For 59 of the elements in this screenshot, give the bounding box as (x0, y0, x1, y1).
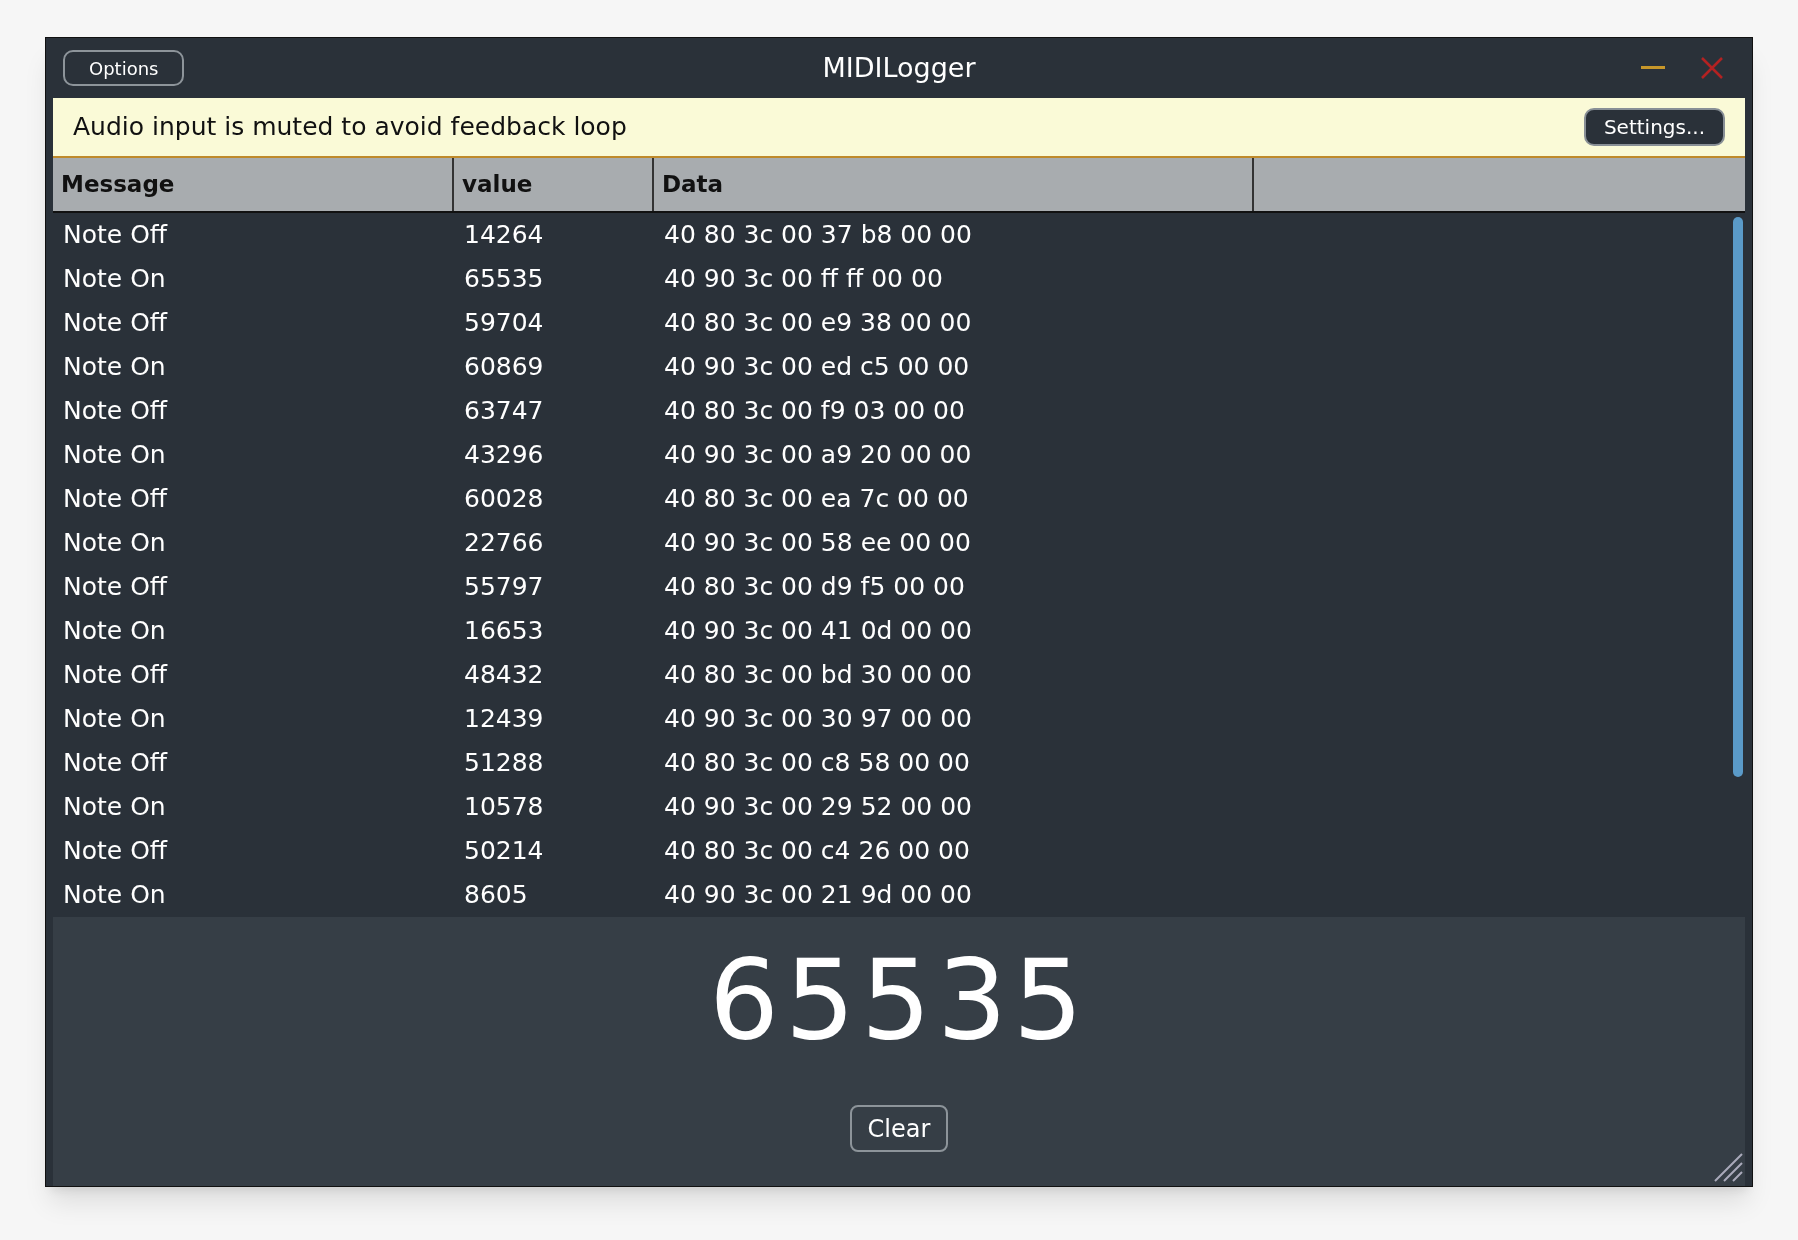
table-cell: 16653 (464, 616, 544, 646)
settings-button[interactable]: Settings... (1583, 108, 1725, 146)
table-cell: 43296 (464, 440, 544, 470)
table-cell: 40 90 3c 00 41 0d 00 00 (664, 616, 972, 646)
table-cell: 40 90 3c 00 21 9d 00 00 (664, 880, 972, 910)
banner-message: Audio input is muted to avoid feedback loop (73, 111, 627, 144)
table-cell: 40 80 3c 00 bd 30 00 00 (664, 660, 972, 690)
clear-button[interactable]: Clear (849, 1105, 949, 1152)
table-cell: 50214 (464, 836, 544, 866)
table-cell: 12439 (464, 704, 544, 734)
table-cell: 40 90 3c 00 ff ff 00 00 (664, 264, 943, 294)
value-display: 65535 (709, 945, 1089, 1055)
minimize-icon[interactable] (1641, 66, 1665, 70)
table-cell: 10578 (464, 792, 544, 822)
table-cell: 40 80 3c 00 ea 7c 00 00 (664, 484, 969, 514)
table-cell: 40 80 3c 00 e9 38 00 00 (664, 308, 972, 338)
table-cell: Note Off (63, 308, 168, 338)
table-cell: Note Off (63, 572, 168, 602)
table-cell: Note On (63, 792, 166, 822)
table-cell: 51288 (464, 748, 544, 778)
table-cell: Note On (63, 352, 166, 382)
table-cell: 40 90 3c 00 a9 20 00 00 (664, 440, 972, 470)
table-cell: 40 80 3c 00 f9 03 00 00 (664, 396, 965, 426)
table-cell: 14264 (464, 220, 544, 250)
table-cell: 40 80 3c 00 37 b8 00 00 (664, 220, 972, 250)
table-cell: Note On (63, 704, 166, 734)
table-cell: 40 80 3c 00 c8 58 00 00 (664, 748, 970, 778)
table-cell: 63747 (464, 396, 544, 426)
table-cell: Note On (63, 528, 166, 558)
table-cell: Note Off (63, 484, 168, 514)
scrollbar-thumb[interactable] (1733, 217, 1743, 777)
table-cell: 40 90 3c 00 ed c5 00 00 (664, 352, 970, 382)
table-cell: Note On (63, 264, 166, 294)
table-cell: 40 80 3c 00 d9 f5 00 00 (664, 572, 965, 602)
table-cell: 8605 (464, 880, 528, 910)
table-cell: 55797 (464, 572, 544, 602)
table-cell: Note Off (63, 836, 168, 866)
table-cell: Note On (63, 880, 166, 910)
table-cell: Note Off (63, 220, 168, 250)
table-cell: Note On (63, 440, 166, 470)
table-cell: Note Off (63, 748, 168, 778)
table-cell: Note Off (63, 660, 168, 690)
table-cell: Note Off (63, 396, 168, 426)
column-header[interactable]: Data (662, 167, 724, 202)
table-cell: Note On (63, 616, 166, 646)
table-cell: 60028 (464, 484, 544, 514)
table-cell: 48432 (464, 660, 544, 690)
column-header[interactable]: Message (61, 167, 175, 202)
table-cell: 40 90 3c 00 58 ee 00 00 (664, 528, 971, 558)
table-cell: 60869 (464, 352, 544, 382)
table-cell: 22766 (464, 528, 544, 558)
table-cell: 40 80 3c 00 c4 26 00 00 (664, 836, 970, 866)
table-cell: 59704 (464, 308, 544, 338)
column-header[interactable]: value (462, 167, 533, 202)
options-button[interactable]: Options (63, 50, 185, 86)
window-title: MIDILogger (822, 50, 976, 85)
table-cell: 40 90 3c 00 29 52 00 00 (664, 792, 972, 822)
table-cell: 40 90 3c 00 30 97 00 00 (664, 704, 972, 734)
table-cell: 65535 (464, 264, 544, 294)
